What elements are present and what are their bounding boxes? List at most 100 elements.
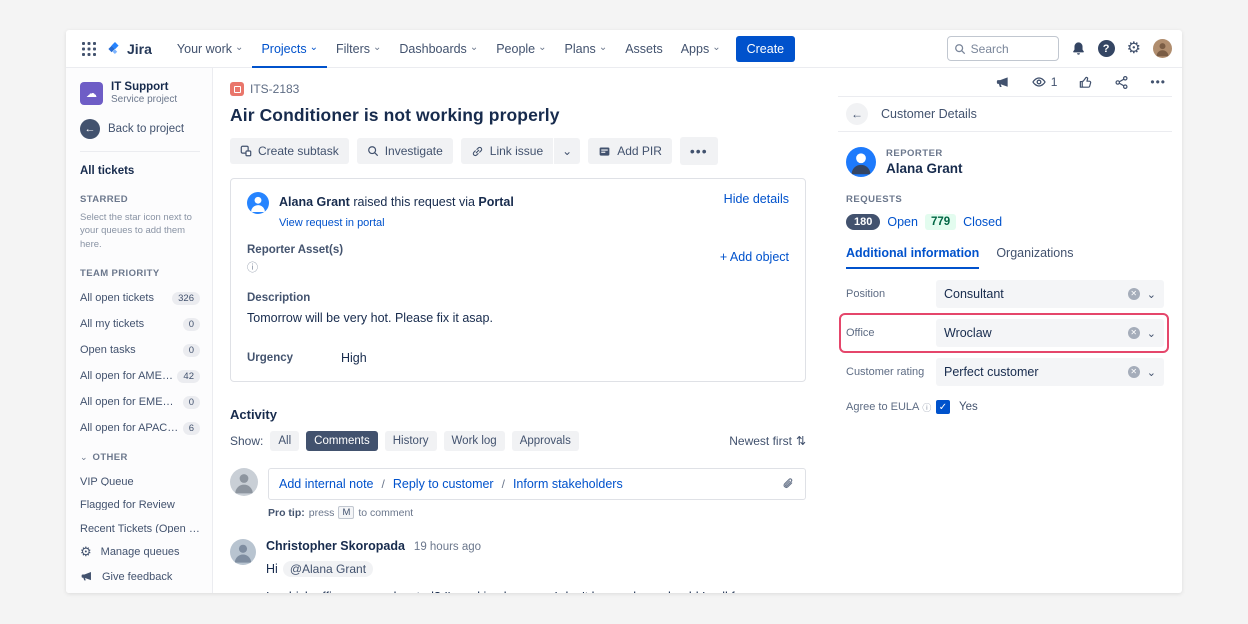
nav-item-filters[interactable]: Filters⌄ xyxy=(327,30,390,68)
more-options-icon[interactable]: ••• xyxy=(1150,75,1166,89)
nav-item-your-work[interactable]: Your work⌄ xyxy=(168,30,253,68)
watchers-button[interactable]: 1 xyxy=(1031,74,1058,90)
filter-chip-all[interactable]: All xyxy=(270,431,299,451)
other-section-toggle[interactable]: ⌄ OTHER xyxy=(80,452,200,463)
investigate-button[interactable]: Investigate xyxy=(357,138,453,164)
open-requests-link[interactable]: Open xyxy=(887,215,918,229)
chevron-down-icon: ⌄ xyxy=(562,144,572,158)
manage-queues-button[interactable]: ⚙ Manage queues xyxy=(80,545,200,558)
current-user-avatar xyxy=(230,468,258,496)
filter-chip-comments[interactable]: Comments xyxy=(306,431,378,451)
feedback-megaphone-icon[interactable] xyxy=(995,75,1010,90)
jira-logo[interactable]: Jira xyxy=(106,40,152,57)
starred-hint-text: Select the star icon next to your queues… xyxy=(80,211,200,251)
share-icon[interactable] xyxy=(1114,75,1129,90)
tab-organizations[interactable]: Organizations xyxy=(996,246,1073,269)
inform-stakeholders-link[interactable]: Inform stakeholders xyxy=(513,477,623,491)
app-switcher-icon[interactable] xyxy=(78,38,100,60)
vote-thumbs-up-icon[interactable] xyxy=(1078,75,1093,90)
sidebar-item-all-open-tickets[interactable]: All open tickets326 xyxy=(80,292,200,305)
comment-greeting: Hi xyxy=(266,562,278,576)
sidebar-item-all-tickets[interactable]: All tickets xyxy=(80,165,200,177)
project-name: IT Support xyxy=(111,81,177,93)
clear-icon[interactable]: ✕ xyxy=(1128,366,1140,378)
open-requests-count-badge: 180 xyxy=(846,214,880,230)
comment-author[interactable]: Christopher Skoropada xyxy=(266,539,405,553)
clear-icon[interactable]: ✕ xyxy=(1128,327,1140,339)
raised-request-text: Alana Grant raised this request via Port… xyxy=(279,192,514,213)
project-type: Service project xyxy=(111,94,177,105)
description-text: Tomorrow will be very hot. Please fix it… xyxy=(247,311,789,325)
sidebar-item-amer-region[interactable]: All open for AMER Regi...42 xyxy=(80,370,200,383)
queue-count-badge: 6 xyxy=(183,422,200,435)
chevron-down-icon: ⌄ xyxy=(1147,288,1156,301)
info-icon[interactable]: ⓘ xyxy=(247,259,258,275)
clear-icon[interactable]: ✕ xyxy=(1128,288,1140,300)
jira-logo-text: Jira xyxy=(127,41,152,57)
sidebar-item-flagged-for-review[interactable]: Flagged for Review xyxy=(80,499,200,509)
eula-checkbox[interactable]: ✓ xyxy=(936,400,950,414)
filter-chip-history[interactable]: History xyxy=(385,431,437,451)
filter-chip-approvals[interactable]: Approvals xyxy=(512,431,579,451)
user-mention-chip[interactable]: @Alana Grant xyxy=(283,561,373,577)
create-button[interactable]: Create xyxy=(736,36,796,62)
urgency-label: Urgency xyxy=(247,352,341,364)
filter-chip-work-log[interactable]: Work log xyxy=(444,431,505,451)
issue-title: Air Conditioner is not working properly xyxy=(230,105,810,126)
chevron-down-icon: ⌄ xyxy=(1147,327,1156,340)
more-actions-button[interactable]: ••• xyxy=(680,137,718,165)
closed-requests-link[interactable]: Closed xyxy=(963,215,1002,229)
separator: / xyxy=(502,477,505,491)
comment-composer[interactable]: Add internal note / Reply to customer / … xyxy=(268,468,806,500)
nav-item-plans[interactable]: Plans⌄ xyxy=(556,30,617,68)
breadcrumb[interactable]: ITS-2183 xyxy=(230,82,810,96)
sidebar-item-vip-queue[interactable]: VIP Queue xyxy=(80,476,200,486)
sidebar-item-emea-region[interactable]: All open for EMEA Region0 xyxy=(80,396,200,409)
add-object-link[interactable]: + Add object xyxy=(720,250,789,264)
sort-order-button[interactable]: Newest first ⇅ xyxy=(729,434,806,448)
create-subtask-button[interactable]: Create subtask xyxy=(230,138,349,164)
sidebar-item-all-my-tickets[interactable]: All my tickets0 xyxy=(80,318,200,331)
issue-key: ITS-2183 xyxy=(250,82,299,96)
link-issue-button[interactable]: Link issue xyxy=(461,138,553,164)
notifications-bell-icon[interactable] xyxy=(1071,41,1086,56)
customer-rating-select[interactable]: Perfect customer ✕ ⌄ xyxy=(936,358,1164,386)
back-to-project[interactable]: ← Back to project xyxy=(80,119,200,152)
nav-item-assets[interactable]: Assets xyxy=(616,30,672,68)
sidebar-item-recent-tickets[interactable]: Recent Tickets (Open & Cl... xyxy=(80,523,200,533)
settings-gear-icon[interactable]: ⚙ xyxy=(1127,41,1141,57)
project-header[interactable]: ☁ IT Support Service project xyxy=(80,81,200,105)
activity-title: Activity xyxy=(230,407,810,422)
sidebar-item-open-tasks[interactable]: Open tasks0 xyxy=(80,344,200,357)
reporter-name[interactable]: Alana Grant xyxy=(886,161,963,176)
position-select[interactable]: Consultant ✕ ⌄ xyxy=(936,280,1164,308)
reply-to-customer-link[interactable]: Reply to customer xyxy=(393,477,494,491)
reporter-label: REPORTER xyxy=(886,148,963,159)
panel-back-button[interactable]: ← xyxy=(846,103,868,125)
top-navigation-bar: Jira Your work⌄ Projects⌄ Filters⌄ Dashb… xyxy=(66,30,1182,68)
nav-item-apps[interactable]: Apps⌄ xyxy=(672,30,730,68)
attachment-paperclip-icon[interactable] xyxy=(781,477,795,491)
view-request-in-portal-link[interactable]: View request in portal xyxy=(279,217,789,229)
add-pir-button[interactable]: Add PIR xyxy=(588,138,672,164)
global-search[interactable] xyxy=(947,36,1059,61)
info-icon[interactable]: ⓘ xyxy=(922,401,931,414)
project-sidebar: ☁ IT Support Service project ← Back to p… xyxy=(66,68,213,593)
sidebar-item-apac-region[interactable]: All open for APAC Region6 xyxy=(80,422,200,435)
add-internal-note-link[interactable]: Add internal note xyxy=(279,477,374,491)
comment-timestamp[interactable]: 19 hours ago xyxy=(414,541,481,553)
search-input[interactable] xyxy=(971,42,1043,56)
nav-item-projects[interactable]: Projects⌄ xyxy=(252,30,327,68)
nav-item-people[interactable]: People⌄ xyxy=(487,30,555,68)
help-icon[interactable]: ? xyxy=(1098,40,1115,57)
panel-title: Customer Details xyxy=(881,107,977,121)
office-select[interactable]: Wroclaw ✕ ⌄ xyxy=(936,319,1164,347)
give-feedback-button[interactable]: Give feedback xyxy=(80,570,200,583)
user-avatar[interactable] xyxy=(1153,39,1172,58)
nav-item-dashboards[interactable]: Dashboards⌄ xyxy=(390,30,487,68)
gear-icon: ⚙ xyxy=(80,545,92,558)
issue-type-icon xyxy=(230,82,244,96)
hide-details-link[interactable]: Hide details xyxy=(724,192,789,206)
link-issue-dropdown-button[interactable]: ⌄ xyxy=(554,138,580,164)
tab-additional-information[interactable]: Additional information xyxy=(846,246,979,269)
